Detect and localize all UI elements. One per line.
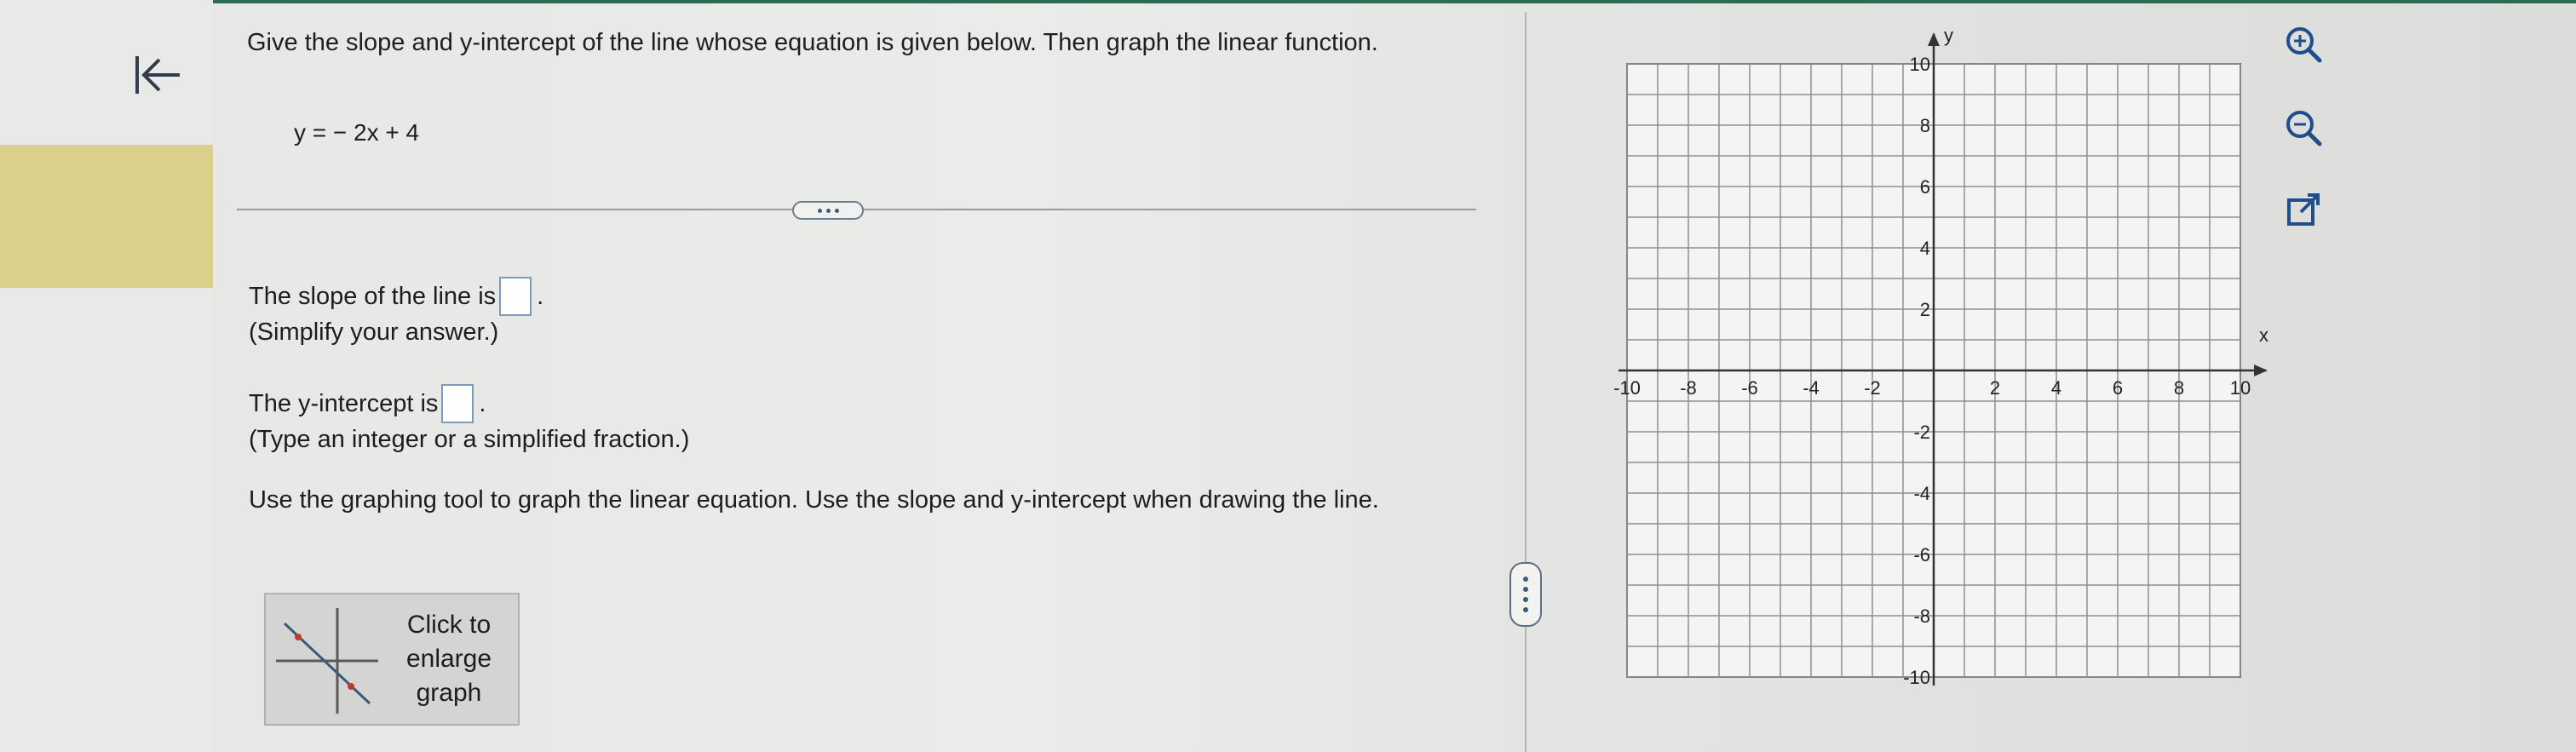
- slope-prefix: The slope of the line is: [249, 283, 497, 310]
- popout-button[interactable]: [2283, 191, 2324, 232]
- y-tick-label: -10: [1903, 667, 1930, 688]
- dot: [1523, 607, 1528, 612]
- y-tick-label: 2: [1920, 299, 1930, 320]
- x-tick-label: 2: [1990, 377, 2000, 399]
- x-tick-label: 6: [2113, 377, 2123, 399]
- intercept-period: .: [479, 390, 486, 417]
- answers-area: The slope of the line is . (Simplify you…: [249, 277, 1450, 517]
- slope-input[interactable]: [499, 277, 532, 316]
- y-tick-label: 4: [1920, 238, 1930, 259]
- enlarge-graph-label: Click to enlarge graph: [405, 611, 492, 707]
- collapse-panel-button[interactable]: [128, 49, 187, 100]
- dot: [817, 208, 822, 213]
- y-axis-arrow: [1928, 32, 1940, 46]
- x-tick-label: 4: [2051, 377, 2061, 399]
- top-accent-bar: [0, 0, 2576, 3]
- panel-separator: [1525, 12, 1527, 752]
- x-tick-label: -10: [1613, 377, 1641, 399]
- dot: [1523, 597, 1528, 602]
- slope-hint: (Simplify your answer.): [249, 319, 499, 346]
- x-axis-arrow: [2254, 365, 2268, 376]
- y-tick-label: -6: [1913, 544, 1930, 565]
- popout-icon: [2287, 193, 2320, 226]
- y-tick-label: -8: [1913, 606, 1930, 627]
- y-tick-label: 8: [1920, 115, 1930, 136]
- dot: [834, 208, 839, 213]
- question-text: Give the slope and y-intercept of the li…: [247, 29, 1378, 56]
- panel-resize-handle[interactable]: [1509, 562, 1542, 627]
- x-tick-label: -4: [1803, 377, 1820, 399]
- equation: y = − 2x + 4: [294, 119, 420, 146]
- x-tick-label: -8: [1680, 377, 1697, 399]
- zoom-out-button[interactable]: [2283, 107, 2324, 148]
- enlarge-graph-button[interactable]: Click to enlarge graph: [264, 593, 520, 726]
- y-tick-label: 6: [1920, 176, 1930, 198]
- coordinate-graph[interactable]: x y -10 -8 -6 -4 -2 2 4 6 8 10 10 8 6 4 2 -2 -4 -6 -8 -10: [1593, 17, 2291, 698]
- y-tick-label: 10: [1910, 54, 1930, 75]
- slope-period: .: [537, 283, 544, 310]
- graph-thumbnail-icon: [276, 608, 378, 714]
- intercept-input[interactable]: [441, 384, 474, 423]
- slope-line: The slope of the line is .: [249, 277, 1450, 316]
- intercept-hint: (Type an integer or a simplified fractio…: [249, 426, 690, 453]
- x-tick-label: -2: [1864, 377, 1881, 399]
- zoom-in-icon: [2286, 27, 2322, 63]
- y-tick-label: -4: [1913, 483, 1930, 504]
- x-tick-label: 10: [2230, 377, 2251, 399]
- intercept-line: The y-intercept is .: [249, 384, 1450, 423]
- collapse-left-icon: [135, 56, 180, 94]
- y-axis-label: y: [1944, 25, 1953, 46]
- y-tick-label: -2: [1913, 422, 1930, 443]
- x-tick-label: 8: [2174, 377, 2184, 399]
- more-options-button[interactable]: [792, 201, 864, 220]
- dot: [825, 208, 831, 213]
- dot: [1523, 587, 1528, 592]
- left-rail: [0, 0, 213, 752]
- graph-instruction: Use the graphing tool to graph the linea…: [249, 486, 1379, 514]
- graph-toolbar: [2283, 24, 2331, 274]
- zoom-in-button[interactable]: [2283, 24, 2324, 65]
- question-highlight-tab[interactable]: [0, 145, 213, 288]
- dot: [1523, 577, 1528, 582]
- x-tick-label: -6: [1741, 377, 1758, 399]
- question-area: Give the slope and y-intercept of the li…: [247, 26, 1474, 146]
- zoom-out-icon: [2286, 111, 2322, 146]
- x-axis-label: x: [2259, 324, 2268, 346]
- intercept-prefix: The y-intercept is: [249, 390, 439, 417]
